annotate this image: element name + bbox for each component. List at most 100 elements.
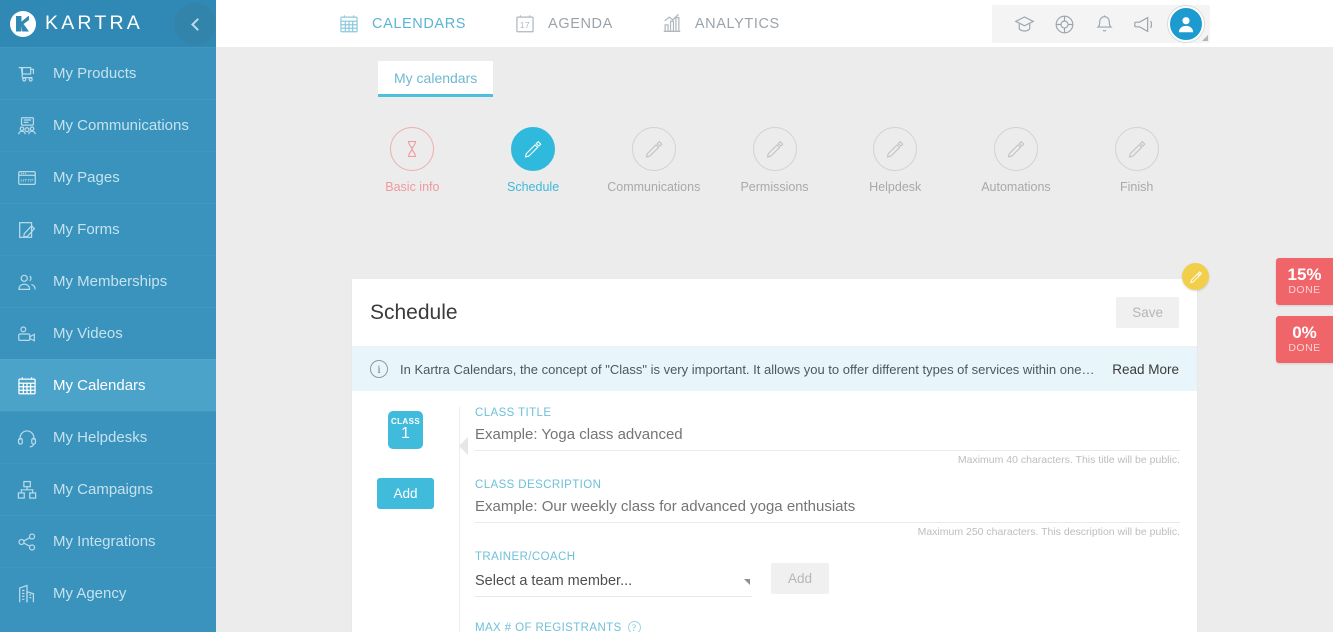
sidebar-item-label: My Communications: [53, 117, 189, 134]
class-title-label: CLASS TITLE: [475, 407, 552, 419]
trainer-select[interactable]: Select a team member...: [475, 566, 752, 597]
add-class-button[interactable]: Add: [377, 478, 434, 509]
sidebar-item-my-forms[interactable]: My Forms: [0, 203, 216, 255]
schedule-panel: Schedule Save i In Kartra Calendars, the…: [352, 279, 1197, 632]
sidebar-item-label: My Integrations: [53, 533, 156, 550]
sidebar-item-my-integrations[interactable]: My Integrations: [0, 515, 216, 567]
sidebar-item-my-videos[interactable]: My Videos: [0, 307, 216, 359]
trainer-select-wrap: Select a team member...: [475, 566, 752, 597]
tab-agenda[interactable]: 17 AGENDA: [512, 12, 613, 36]
class-title-input[interactable]: [475, 419, 1180, 451]
sidebar-item-label: My Memberships: [53, 273, 168, 290]
class-chip-pointer-icon: [459, 437, 468, 455]
read-more-link[interactable]: Read More: [1112, 362, 1179, 377]
trainer-field: TRAINER/COACH Select a team member... Ad…: [475, 551, 1180, 597]
pencil-icon: [993, 127, 1038, 171]
pencil-icon: [511, 127, 556, 171]
pencil-icon: [631, 127, 676, 171]
avatar[interactable]: [1168, 6, 1208, 42]
progress-badge[interactable]: 15% DONE: [1276, 258, 1333, 305]
bell-icon[interactable]: [1084, 6, 1124, 42]
wizard-steps: Basic info Schedule Communications Permissi…: [352, 127, 1197, 207]
question-icon[interactable]: ?: [627, 621, 641, 632]
tab-label: CALENDARS: [372, 15, 467, 32]
edit-fab-button[interactable]: [1182, 263, 1209, 290]
class-description-input[interactable]: [475, 491, 1180, 523]
wizard-step-label: Communications: [607, 180, 701, 194]
form-pencil-icon: [12, 217, 42, 243]
panel-header: Schedule Save: [352, 279, 1197, 347]
avatar-caret-icon: [1202, 35, 1208, 41]
pencil-icon: [873, 127, 918, 171]
kartra-logo-icon: [10, 10, 36, 37]
sidebar-item-my-campaigns[interactable]: My Campaigns: [0, 463, 216, 515]
broadcast-icon: [12, 113, 42, 139]
lifebuoy-icon[interactable]: [1044, 6, 1084, 42]
tab-calendars[interactable]: CALENDARS: [336, 12, 466, 36]
share-nodes-icon: [12, 529, 42, 555]
info-banner-text: In Kartra Calendars, the concept of "Cla…: [400, 361, 1097, 377]
sidebar-item-my-helpdesks[interactable]: My Helpdesks: [0, 411, 216, 463]
wizard-step-finish[interactable]: Finish: [1076, 127, 1197, 207]
hourglass-icon: [390, 127, 435, 171]
progress-percent: 15%: [1287, 265, 1322, 284]
bar-chart-icon: [659, 12, 685, 36]
wizard-step-label: Automations: [981, 180, 1051, 194]
wizard-step-permissions[interactable]: Permissions: [714, 127, 835, 207]
svg-text:17: 17: [520, 21, 530, 30]
building-icon: [12, 581, 42, 607]
sidebar-item-my-products[interactable]: My Products: [0, 47, 216, 99]
class-form: CLASS 1 Add CLASS TITLE Maximum 40 chara…: [352, 391, 1197, 632]
wizard-step-label: Schedule: [507, 180, 560, 194]
sidebar-item-label: My Helpdesks: [53, 429, 148, 446]
sidebar-item-my-pages[interactable]: HTTP My Pages: [0, 151, 216, 203]
user-avatar-icon: [1178, 17, 1194, 33]
wizard-step-label: Finish: [1120, 180, 1154, 194]
info-icon: i: [370, 360, 388, 378]
class-description-hint: Maximum 250 characters. This description…: [917, 526, 1180, 538]
class-description-label: CLASS DESCRIPTION: [475, 479, 602, 491]
sidebar-item-my-calendars[interactable]: My Calendars: [0, 359, 216, 411]
wizard-step-basic-info[interactable]: Basic info: [352, 127, 473, 207]
info-banner: i In Kartra Calendars, the concept of "C…: [352, 347, 1197, 391]
calendar-grid-icon: [336, 12, 362, 36]
sidebar-item-label: My Products: [53, 65, 137, 82]
wizard-step-helpdesk[interactable]: Helpdesk: [835, 127, 956, 207]
wizard-step-automations[interactable]: Automations: [956, 127, 1077, 207]
progress-badges: 15% DONE 0% DONE: [1276, 258, 1333, 374]
class-list-column: CLASS 1 Add: [352, 407, 468, 632]
tab-analytics[interactable]: ANALYTICS: [659, 12, 780, 36]
save-button[interactable]: Save: [1116, 297, 1179, 328]
page-title: Schedule: [370, 300, 458, 324]
svg-text:HTTP: HTTP: [21, 177, 35, 183]
class-fields: CLASS TITLE Maximum 40 characters. This …: [459, 407, 1197, 632]
trainer-label: TRAINER/COACH: [475, 551, 576, 563]
brand-name: KARTRA: [45, 12, 143, 34]
sidebar-item-my-agency[interactable]: My Agency: [0, 567, 216, 619]
pencil-icon: [1114, 127, 1159, 171]
class-chip-1[interactable]: CLASS 1: [388, 411, 468, 455]
chevron-left-icon: [190, 17, 204, 31]
class-description-field: CLASS DESCRIPTION Maximum 250 characters…: [475, 479, 1180, 538]
sidebar-item-label: My Forms: [53, 221, 120, 238]
megaphone-icon[interactable]: [1124, 6, 1164, 42]
graduation-cap-icon[interactable]: [1004, 6, 1044, 42]
progress-badge[interactable]: 0% DONE: [1276, 315, 1333, 363]
tab-label: AGENDA: [548, 15, 613, 32]
sitemap-icon: [12, 477, 42, 503]
sidebar-item-my-memberships[interactable]: My Memberships: [0, 255, 216, 307]
wizard-step-communications[interactable]: Communications: [593, 127, 714, 207]
sidebar-collapse-button[interactable]: [174, 3, 216, 45]
tab-my-calendars[interactable]: My calendars: [378, 61, 494, 97]
wizard-step-schedule[interactable]: Schedule: [473, 127, 594, 207]
video-camera-icon: [12, 321, 42, 347]
add-trainer-button[interactable]: Add: [771, 563, 830, 594]
sidebar-item-label: My Calendars: [53, 377, 146, 394]
progress-status: DONE: [1288, 341, 1321, 354]
top-nav-tabs: CALENDARS 17 AGENDA ANALYTICS: [336, 0, 826, 47]
tab-label: ANALYTICS: [694, 15, 780, 32]
wizard-step-label: Permissions: [740, 180, 809, 194]
sidebar-item-my-communications[interactable]: My Communications: [0, 99, 216, 151]
content-area: My calendars Basic info Schedule Communica…: [216, 47, 1333, 632]
field-spacer: [475, 538, 1180, 551]
